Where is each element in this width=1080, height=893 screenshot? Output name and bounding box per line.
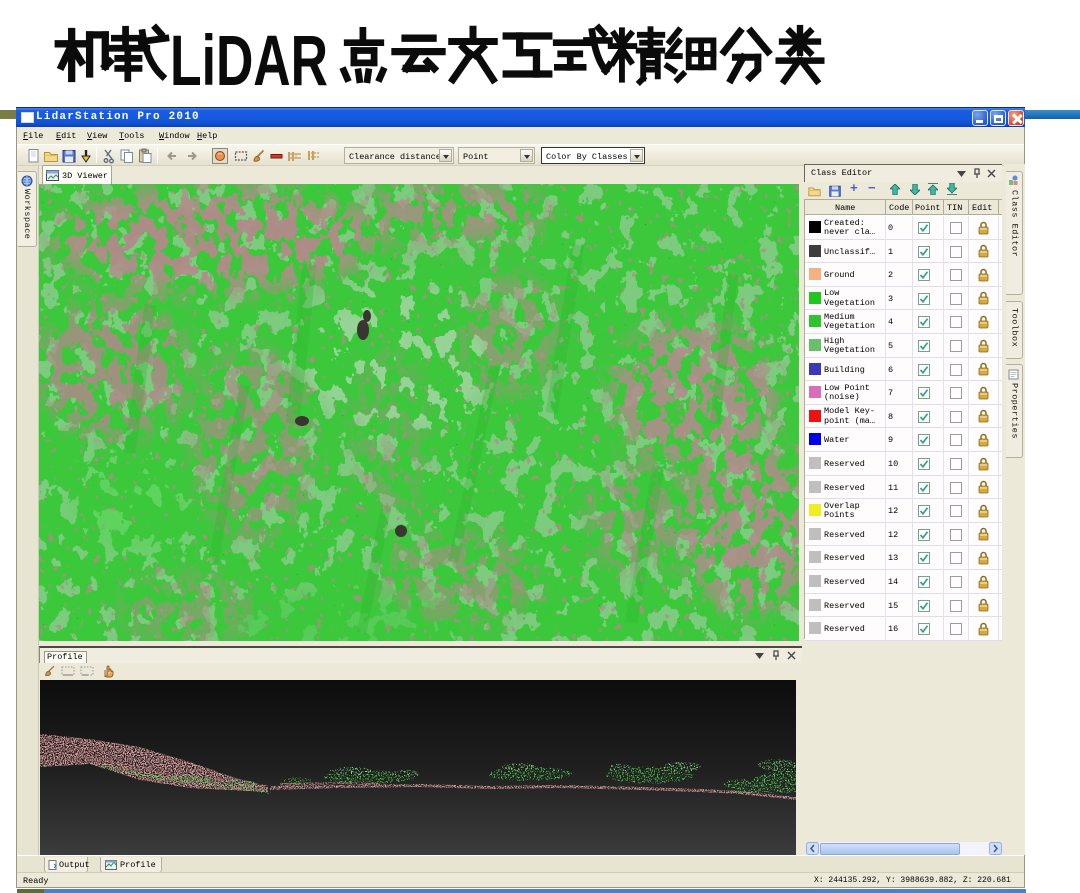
svg-text:LiDAR: LiDAR [170,22,328,100]
